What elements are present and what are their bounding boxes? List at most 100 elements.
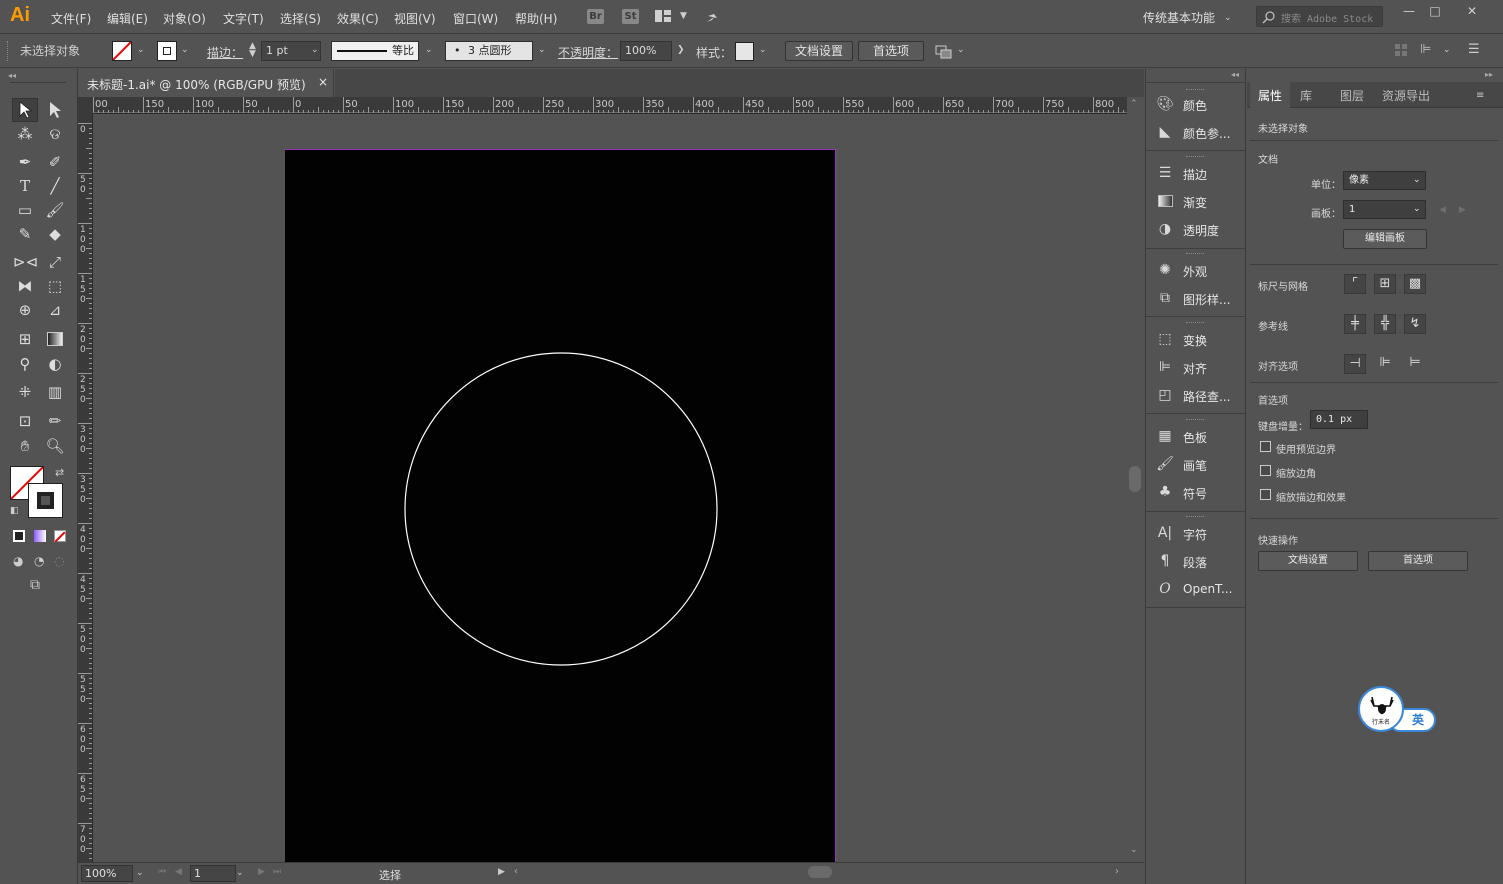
panel-color-guide[interactable]: ◣ 颜色参... <box>1155 122 1245 142</box>
chevron-down-icon[interactable]: ⌄ <box>1224 13 1232 23</box>
panel-menu-icon[interactable]: ≡ <box>1476 90 1484 101</box>
panel-stroke[interactable]: ☰ 描边 <box>1155 163 1245 183</box>
menu-effect[interactable]: 效果(C) <box>337 10 379 27</box>
stock-icon[interactable]: St <box>622 9 639 24</box>
paintbrush-tool-icon[interactable]: 🖌︎ <box>43 199 67 221</box>
panel-transform[interactable]: ⬚ 变换 <box>1155 329 1245 349</box>
collapse-dock-icon[interactable]: ◂◂ <box>1231 70 1239 79</box>
preview-bounds-checkbox[interactable] <box>1260 441 1271 452</box>
align-to-key-object-icon[interactable]: ⊫ <box>1374 354 1396 374</box>
zoom-level-field[interactable]: 100% <box>81 865 133 882</box>
scale-strokes-checkbox[interactable] <box>1260 489 1271 500</box>
chevron-right-icon[interactable]: ❯ <box>677 45 685 55</box>
magic-wand-tool-icon[interactable]: ⁂ <box>13 123 37 145</box>
status-menu-icon[interactable]: ▶ <box>498 867 505 877</box>
panel-grip[interactable] <box>1186 253 1204 256</box>
units-select[interactable]: 像素 ⌄ <box>1343 171 1426 190</box>
symbol-sprayer-tool-icon[interactable]: ⁜ <box>13 381 37 403</box>
quick-preferences-button[interactable]: 首选项 <box>1368 551 1468 571</box>
minimize-button[interactable]: — <box>1396 4 1422 20</box>
menu-help[interactable]: 帮助(H) <box>515 10 557 27</box>
tab-properties[interactable]: 属性 <box>1258 87 1282 104</box>
vertical-scroll-thumb[interactable] <box>1129 466 1141 492</box>
slice-tool-icon[interactable]: ✏ <box>43 410 67 432</box>
reflect-tool-icon[interactable]: ⊳⊲ <box>13 251 38 273</box>
color-mode-icon[interactable] <box>13 530 25 542</box>
type-tool-icon[interactable]: T <box>13 175 37 197</box>
chevron-down-icon[interactable]: ⌄ <box>311 45 319 55</box>
lock-guides-icon[interactable]: ╬ <box>1374 314 1396 334</box>
chevron-down-icon[interactable]: ⌄ <box>538 45 546 55</box>
column-graph-tool-icon[interactable]: ▥ <box>43 381 67 403</box>
ellipse-object[interactable] <box>404 352 718 666</box>
artboard[interactable] <box>285 149 836 862</box>
eyedropper-tool-icon[interactable]: ⚲ <box>13 353 37 375</box>
artboard-tool-icon[interactable]: ⊡ <box>13 410 37 432</box>
default-fill-stroke-icon[interactable]: ◧ <box>10 506 19 516</box>
graphic-style-swatch[interactable] <box>735 42 754 61</box>
scroll-down-icon[interactable]: ⌄ <box>1130 845 1138 855</box>
menu-select[interactable]: 选择(S) <box>280 10 321 27</box>
panel-menu-icon[interactable]: ☰ <box>1468 42 1482 57</box>
chevron-down-icon[interactable]: ⌄ <box>957 45 965 55</box>
align-to-artboard-icon[interactable]: ⊨ <box>1404 354 1426 374</box>
bridge-icon[interactable]: Br <box>587 9 604 24</box>
width-tool-icon[interactable]: ⧓ <box>13 275 37 297</box>
artboard-number-field[interactable]: 1 <box>190 865 236 882</box>
shape-builder-tool-icon[interactable]: ⊕ <box>13 299 37 321</box>
menu-view[interactable]: 视图(V) <box>394 10 436 27</box>
next-artboard-icon[interactable]: ▶ <box>1459 205 1466 215</box>
ime-indicator[interactable]: 英 行未名 <box>1358 686 1438 734</box>
chevron-down-icon[interactable]: ⌄ <box>236 868 244 878</box>
chevron-down-icon[interactable]: ⌄ <box>759 45 767 55</box>
tab-asset-export[interactable]: 资源导出 <box>1382 87 1430 104</box>
draw-behind-icon[interactable]: ◔ <box>34 554 44 568</box>
document-tab[interactable]: 未标题-1.ai* @ 100% (RGB/GPU 预览) × <box>78 69 334 97</box>
draw-normal-icon[interactable]: ◕ <box>13 554 23 568</box>
panel-transparency[interactable]: ◑ 透明度 <box>1155 219 1245 239</box>
stroke-indicator[interactable] <box>28 483 63 518</box>
panel-pathfinder[interactable]: ◰ 路径查... <box>1155 385 1245 405</box>
smart-guides-icon[interactable]: ↯ <box>1404 314 1426 334</box>
ruler-origin[interactable] <box>78 97 93 114</box>
opacity-field[interactable]: 100% <box>620 41 672 61</box>
panel-grip[interactable] <box>7 41 11 61</box>
panel-color[interactable]: 🎨︎ 颜色 <box>1155 94 1245 114</box>
panel-swatches[interactable]: ▦ 色板 <box>1155 426 1245 446</box>
prev-artboard-icon[interactable]: ◀ <box>1439 205 1446 215</box>
selection-tool-icon[interactable] <box>13 99 37 121</box>
fill-none-swatch[interactable] <box>112 41 132 61</box>
chevron-down-icon[interactable]: ⌄ <box>1443 45 1451 55</box>
line-segment-tool-icon[interactable]: ╱ <box>43 175 67 197</box>
chevron-down-icon[interactable]: ▼ <box>680 11 687 21</box>
chevron-down-icon[interactable]: ⌄ <box>136 868 144 878</box>
panel-paragraph[interactable]: ¶ 段落 <box>1155 551 1245 571</box>
first-artboard-icon[interactable]: ⏮ <box>158 867 166 877</box>
shaper-tool-icon[interactable]: ✎ <box>13 223 37 245</box>
maximize-button[interactable]: □ <box>1422 4 1448 20</box>
ruler-icon[interactable]: ⌜ <box>1344 274 1366 294</box>
gpu-performance-icon[interactable] <box>705 8 723 24</box>
draw-inside-icon[interactable]: ◌ <box>54 554 64 568</box>
swap-fill-stroke-icon[interactable]: ⇄ <box>55 466 64 479</box>
distribute-icon[interactable] <box>1394 43 1408 57</box>
chevron-down-icon[interactable]: ⌄ <box>181 45 189 55</box>
horizontal-ruler[interactable]: 00 150 100 50 0 50 100 150 200 250 300 350 400 450 500… <box>93 97 1127 114</box>
tab-layers[interactable]: 图层 <box>1340 87 1364 104</box>
pen-tool-icon[interactable]: ✒ <box>13 151 37 173</box>
tab-libraries[interactable]: 库 <box>1300 87 1312 104</box>
brush-definition[interactable]: • 3 点圆形 <box>445 41 533 61</box>
arrange-documents-icon[interactable] <box>655 10 671 22</box>
panel-character[interactable]: A| 字符 <box>1155 523 1245 543</box>
align-to-selection-icon[interactable]: ⊣ <box>1344 354 1366 374</box>
grid-icon[interactable]: ⊞ <box>1374 274 1396 294</box>
edit-artboards-button[interactable]: 编辑画板 <box>1343 229 1427 249</box>
rectangle-tool-icon[interactable]: ▭ <box>13 199 37 221</box>
collapse-icon[interactable]: ◂◂ <box>8 71 16 80</box>
curvature-tool-icon[interactable]: ✐ <box>43 151 67 173</box>
perspective-grid-tool-icon[interactable]: ⊿ <box>43 299 67 321</box>
artboard-select[interactable]: 1 ⌄ <box>1343 200 1426 219</box>
guides-icon[interactable]: ╪ <box>1344 314 1366 334</box>
transparency-grid-icon[interactable]: ▩ <box>1404 274 1426 294</box>
arrange-icon[interactable] <box>935 43 953 59</box>
